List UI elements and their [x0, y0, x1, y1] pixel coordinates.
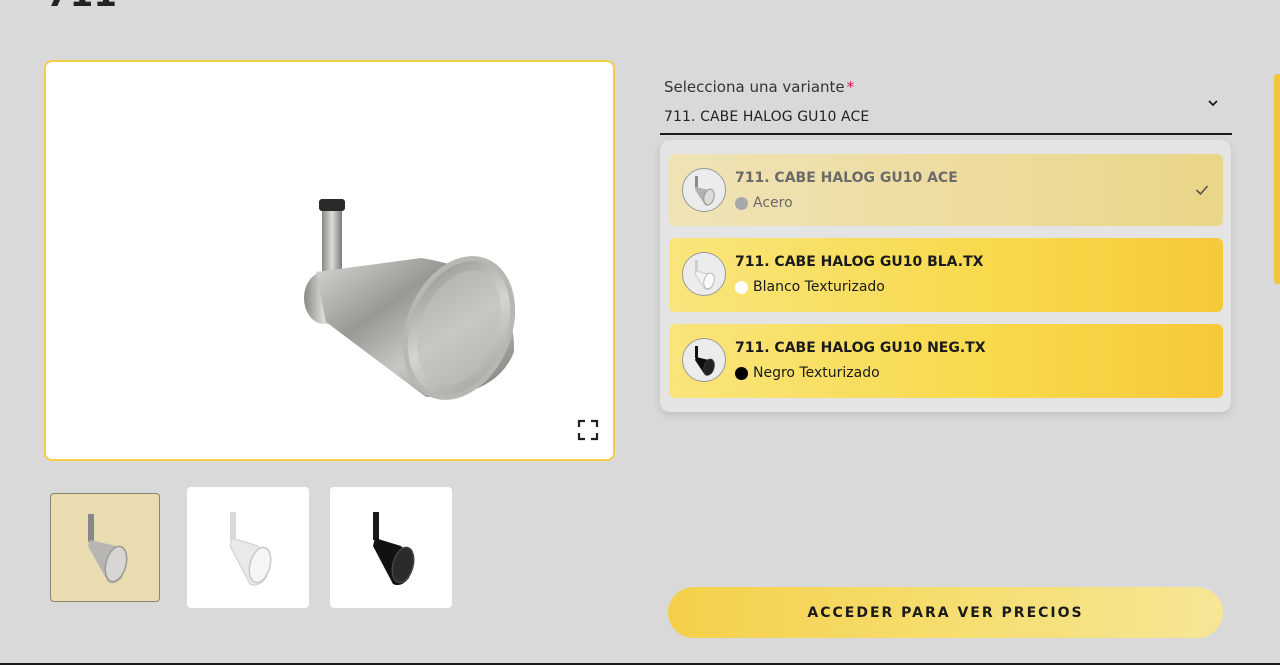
variant-select-value: 711. CABE HALOG GU10 ACE — [664, 109, 870, 125]
variant-option-blanco[interactable]: 711. CABE HALOG GU10 BLA.TX Blanco Textu… — [669, 238, 1223, 312]
lamp-white-thumbnail — [229, 511, 272, 586]
variant-color-name: Acero — [753, 195, 793, 211]
fullscreen-icon[interactable] — [577, 419, 599, 441]
variant-option-negro[interactable]: 711. CABE HALOG GU10 NEG.TX Negro Textur… — [669, 324, 1223, 398]
variant-color-name: Negro Texturizado — [753, 365, 880, 381]
lamp-white-icon — [694, 260, 715, 290]
page-title: 711 — [46, 0, 117, 12]
variant-option-acero[interactable]: 711. CABE HALOG GU10 ACE Acero — [669, 154, 1223, 226]
product-viewer[interactable] — [44, 60, 615, 461]
variant-thumbnail — [682, 252, 726, 296]
variant-dropdown: 711. CABE HALOG GU10 ACE Acero 711. CABE… — [660, 140, 1231, 412]
variant-option-name: 711. CABE HALOG GU10 NEG.TX — [735, 340, 986, 356]
color-dot — [735, 197, 748, 210]
variant-thumbnail — [682, 338, 726, 382]
lamp-black-icon — [695, 346, 715, 376]
checkmark-icon — [1195, 185, 1209, 196]
product-image — [304, 199, 516, 400]
variant-select[interactable]: Selecciona una variante * 711. CABE HALOG… — [660, 74, 1232, 135]
thumbnail-negro[interactable] — [330, 487, 452, 608]
access-prices-button[interactable]: ACCEDER PARA VER PRECIOS — [668, 587, 1223, 638]
lamp-black-thumbnail — [373, 511, 415, 585]
variant-option-name: 711. CABE HALOG GU10 BLA.TX — [735, 254, 984, 270]
thumbnail-acero[interactable] — [50, 493, 160, 602]
required-mark: * — [846, 78, 855, 96]
scrollbar[interactable] — [1274, 74, 1280, 284]
lamp-steel-thumbnail — [88, 513, 128, 583]
chevron-down-icon[interactable] — [1206, 96, 1220, 110]
variant-select-label: Selecciona una variante * — [664, 78, 855, 96]
lamp-steel-icon — [695, 176, 715, 206]
color-dot — [735, 367, 748, 380]
variant-option-name: 711. CABE HALOG GU10 ACE — [735, 170, 958, 186]
variant-thumbnail — [682, 168, 726, 212]
variant-color-name: Blanco Texturizado — [753, 279, 885, 295]
thumbnail-blanco[interactable] — [187, 487, 309, 608]
color-dot — [735, 281, 748, 294]
